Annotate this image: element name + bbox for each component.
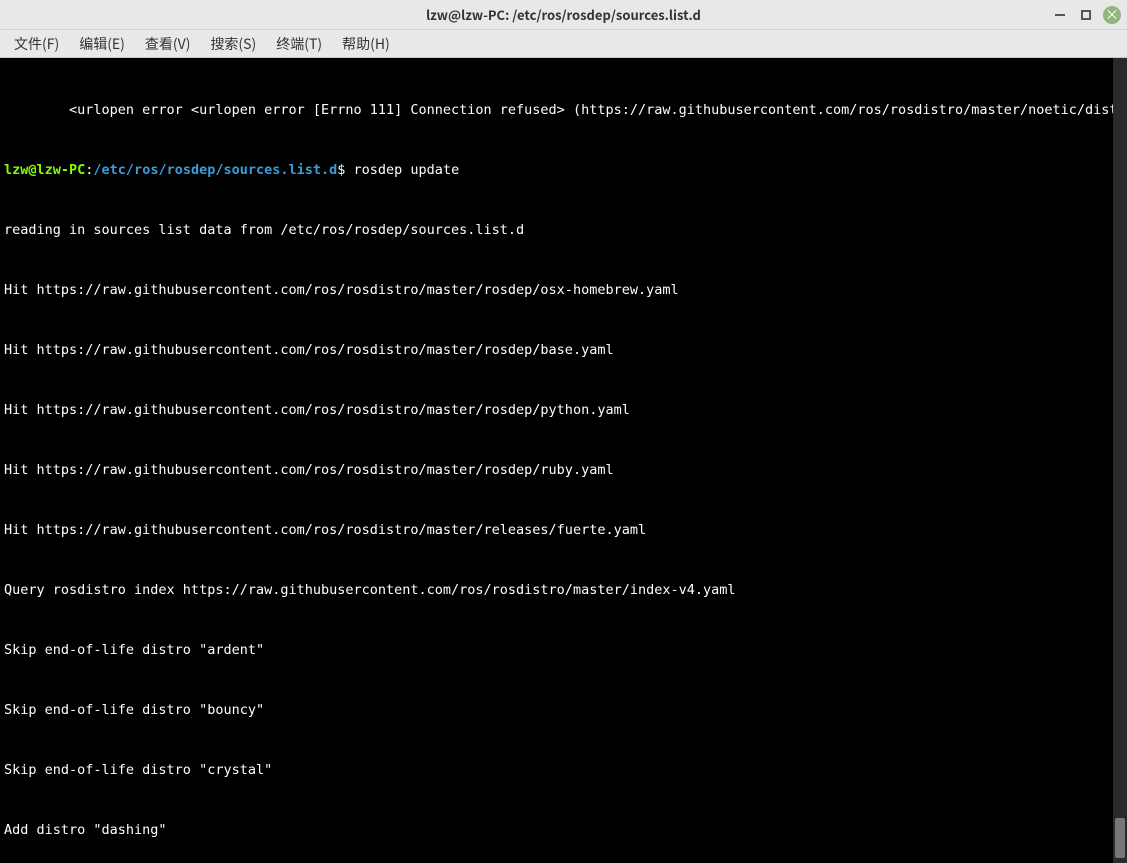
terminal-prompt-line: lzw@lzw-PC:/etc/ros/rosdep/sources.list.… — [4, 160, 1123, 180]
window-maximize-button[interactable] — [1077, 6, 1095, 24]
window-titlebar: lzw@lzw-PC: /etc/ros/rosdep/sources.list… — [0, 0, 1127, 30]
terminal-output-line: Skip end-of-life distro "crystal" — [4, 760, 1123, 780]
prompt-path: /etc/ros/rosdep/sources.list.d — [93, 162, 337, 178]
terminal-output-line: Hit https://raw.githubusercontent.com/ro… — [4, 460, 1123, 480]
terminal-scrollbar[interactable] — [1113, 58, 1127, 863]
command-text: rosdep update — [345, 162, 459, 178]
window-controls — [1051, 6, 1121, 24]
scrollbar-thumb[interactable] — [1115, 818, 1125, 858]
menu-terminal[interactable]: 终端(T) — [268, 31, 330, 57]
terminal-output-line: Add distro "dashing" — [4, 820, 1123, 840]
terminal-output-line: Query rosdistro index https://raw.github… — [4, 580, 1123, 600]
menu-edit[interactable]: 编辑(E) — [71, 31, 133, 57]
terminal-output-line: reading in sources list data from /etc/r… — [4, 220, 1123, 240]
terminal-output-line: Hit https://raw.githubusercontent.com/ro… — [4, 400, 1123, 420]
terminal-area[interactable]: <urlopen error <urlopen error [Errno 111… — [0, 58, 1127, 863]
window-title: lzw@lzw-PC: /etc/ros/rosdep/sources.list… — [426, 5, 701, 24]
prompt-user: lzw@lzw-PC — [4, 162, 85, 178]
menu-file[interactable]: 文件(F) — [6, 31, 67, 57]
menu-help[interactable]: 帮助(H) — [334, 31, 398, 57]
terminal-output-line: Hit https://raw.githubusercontent.com/ro… — [4, 520, 1123, 540]
terminal-output-line: <urlopen error <urlopen error [Errno 111… — [4, 100, 1123, 120]
window-close-button[interactable] — [1103, 6, 1121, 24]
terminal-output-line: Hit https://raw.githubusercontent.com/ro… — [4, 280, 1123, 300]
window-minimize-button[interactable] — [1051, 6, 1069, 24]
terminal-output-line: Skip end-of-life distro "bouncy" — [4, 700, 1123, 720]
menu-view[interactable]: 查看(V) — [137, 31, 199, 57]
menu-search[interactable]: 搜索(S) — [202, 31, 264, 57]
terminal-output-line: Skip end-of-life distro "ardent" — [4, 640, 1123, 660]
terminal-output-line: Hit https://raw.githubusercontent.com/ro… — [4, 340, 1123, 360]
menubar: 文件(F) 编辑(E) 查看(V) 搜索(S) 终端(T) 帮助(H) — [0, 30, 1127, 58]
